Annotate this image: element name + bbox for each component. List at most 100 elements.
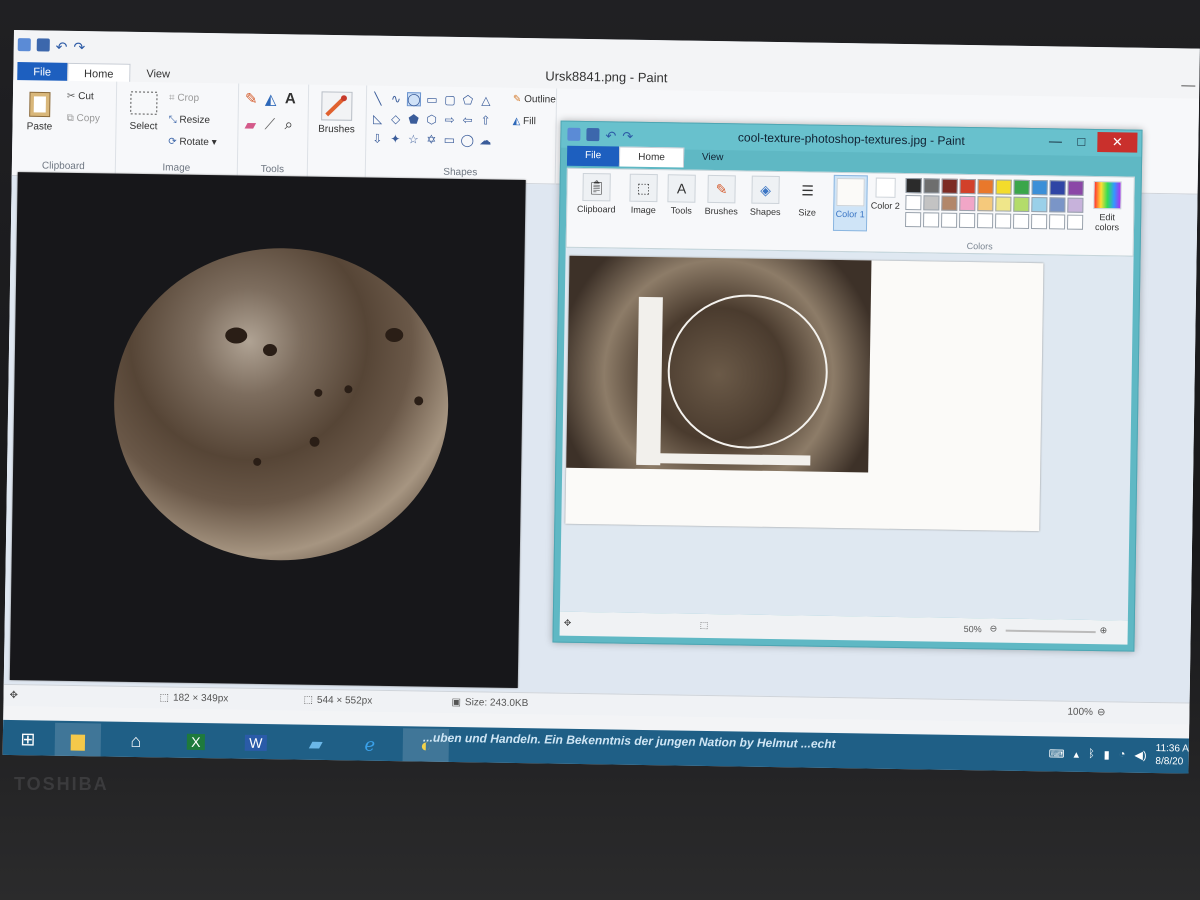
wifi-icon[interactable]: ◔ bbox=[1119, 748, 1126, 760]
zoom-control[interactable]: 100% ⊖ bbox=[1067, 707, 1105, 719]
save-icon[interactable] bbox=[36, 38, 50, 52]
zoom-slider[interactable] bbox=[1005, 629, 1096, 634]
copy-button[interactable]: ⧉ Copy bbox=[67, 113, 100, 125]
undo-icon[interactable]: ↶ bbox=[56, 39, 68, 56]
palette-swatch[interactable] bbox=[1049, 197, 1066, 213]
palette-swatch[interactable] bbox=[905, 178, 922, 194]
brushes-button[interactable]: ✎ Brushes bbox=[701, 174, 742, 217]
rotate-button[interactable]: ⟳ Rotate ▾ bbox=[168, 136, 217, 148]
palette-swatch[interactable] bbox=[1031, 180, 1048, 196]
line-shape-icon[interactable]: ╲ bbox=[371, 92, 385, 106]
palette-swatch[interactable] bbox=[905, 212, 922, 228]
cut-button[interactable]: ✂ Cut bbox=[67, 91, 94, 102]
app-button[interactable]: ▰ bbox=[293, 726, 340, 761]
home-button[interactable]: ⌂ bbox=[113, 724, 160, 759]
hexagon-shape-icon[interactable]: ⬡ bbox=[425, 112, 439, 126]
close-button[interactable]: ✕ bbox=[1097, 132, 1138, 153]
right-arrow-shape-icon[interactable]: ⇨ bbox=[443, 113, 457, 127]
palette-swatch[interactable] bbox=[995, 213, 1012, 229]
palette-swatch[interactable] bbox=[923, 178, 940, 194]
palette-swatch[interactable] bbox=[1066, 214, 1084, 230]
image-canvas[interactable] bbox=[565, 255, 1044, 532]
keyboard-icon[interactable]: ⌨ bbox=[1049, 747, 1065, 760]
image-button[interactable]: ⬚ Image bbox=[625, 173, 662, 216]
minimize-button[interactable]: — bbox=[1181, 76, 1195, 92]
outline-button[interactable]: ✎ Outline bbox=[513, 94, 556, 106]
rounded-rectangle-shape-icon[interactable]: ▢ bbox=[443, 93, 457, 107]
polygon-shape-icon[interactable]: ⬠ bbox=[461, 93, 475, 107]
palette-swatch[interactable] bbox=[941, 178, 958, 194]
pencil-icon[interactable]: ✎ bbox=[245, 90, 258, 108]
palette-swatch[interactable] bbox=[977, 213, 994, 229]
fill-bucket-icon[interactable]: ◭ bbox=[265, 90, 277, 108]
edit-colors-button[interactable]: Edit colors bbox=[1087, 180, 1128, 233]
left-arrow-shape-icon[interactable]: ⇦ bbox=[461, 113, 475, 127]
right-triangle-shape-icon[interactable]: ◺ bbox=[371, 112, 385, 126]
palette-swatch[interactable] bbox=[959, 195, 976, 212]
magnifier-icon[interactable]: ⌕ bbox=[284, 116, 293, 133]
color-picker-icon[interactable]: ⟋ bbox=[264, 116, 275, 133]
triangle-shape-icon[interactable]: △ bbox=[479, 93, 493, 107]
palette-swatch[interactable] bbox=[1031, 197, 1048, 213]
palette-swatch[interactable] bbox=[923, 212, 940, 228]
redo-icon[interactable]: ↷ bbox=[73, 39, 85, 56]
palette-swatch[interactable] bbox=[959, 212, 976, 229]
volume-icon[interactable]: ◀) bbox=[1134, 748, 1146, 761]
tab-file[interactable]: File bbox=[566, 145, 620, 167]
tab-view[interactable]: View bbox=[684, 148, 742, 169]
curve-shape-icon[interactable]: ∿ bbox=[389, 92, 403, 106]
clipboard-button[interactable]: 📋︎ Clipboard bbox=[571, 172, 622, 215]
zoom-in-icon[interactable]: ⊕ bbox=[1100, 625, 1108, 636]
maximize-button[interactable]: □ bbox=[1069, 132, 1093, 152]
paint-window-front[interactable]: ↶ ↷ cool-texture-photoshop-textures.jpg … bbox=[552, 120, 1143, 652]
oval-callout-shape-icon[interactable]: ◯ bbox=[460, 133, 474, 147]
four-point-star-shape-icon[interactable]: ✦ bbox=[388, 132, 402, 146]
cloud-callout-shape-icon[interactable]: ☁ bbox=[478, 133, 492, 147]
palette-swatch[interactable] bbox=[1067, 197, 1084, 213]
minimize-button[interactable]: — bbox=[1043, 131, 1067, 151]
palette-swatch[interactable] bbox=[1013, 179, 1030, 195]
eraser-icon[interactable]: ▰ bbox=[244, 116, 256, 134]
palette-swatch[interactable] bbox=[959, 178, 976, 195]
crop-button[interactable]: ⌗ Crop bbox=[169, 92, 199, 103]
palette-swatch[interactable] bbox=[977, 196, 994, 212]
palette-swatch[interactable] bbox=[941, 195, 958, 211]
up-arrow-shape-icon[interactable]: ⇧ bbox=[479, 113, 493, 127]
six-point-star-shape-icon[interactable]: ✡ bbox=[424, 132, 438, 146]
diamond-shape-icon[interactable]: ◇ bbox=[389, 112, 403, 126]
start-button[interactable]: ⊞ bbox=[5, 722, 52, 757]
bluetooth-icon[interactable]: ᛒ bbox=[1088, 748, 1095, 760]
excel-button[interactable]: X bbox=[173, 725, 220, 760]
word-button[interactable]: W bbox=[233, 726, 280, 761]
tab-home[interactable]: Home bbox=[619, 146, 685, 168]
palette-swatch[interactable] bbox=[1067, 180, 1084, 196]
text-tool-icon[interactable]: A bbox=[285, 90, 296, 107]
fill-button[interactable]: ◭ Fill bbox=[513, 116, 536, 127]
down-arrow-shape-icon[interactable]: ⇩ bbox=[370, 132, 384, 146]
resize-button[interactable]: ⤡ Resize bbox=[169, 114, 211, 126]
callout-shape-icon[interactable]: ▭ bbox=[442, 133, 456, 147]
palette-swatch[interactable] bbox=[995, 179, 1012, 195]
color1-button[interactable]: Color 1 bbox=[832, 174, 868, 232]
five-point-star-shape-icon[interactable]: ☆ bbox=[406, 132, 420, 146]
palette-swatch[interactable] bbox=[941, 212, 958, 228]
palette-swatch[interactable] bbox=[1013, 196, 1030, 212]
paste-button[interactable]: Paste bbox=[20, 88, 59, 133]
image-canvas[interactable] bbox=[9, 172, 526, 688]
size-button[interactable]: ☰ Size bbox=[789, 176, 826, 218]
brushes-button[interactable]: Brushes bbox=[314, 91, 359, 136]
zoom-out-icon[interactable]: ⊖ bbox=[990, 623, 998, 634]
palette-swatch[interactable] bbox=[1048, 214, 1066, 230]
battery-icon[interactable]: ▮ bbox=[1104, 748, 1110, 761]
oval-shape-icon[interactable]: ◯ bbox=[406, 92, 422, 107]
palette-swatch[interactable] bbox=[1049, 180, 1066, 196]
color2-button[interactable]: Color 2 bbox=[869, 177, 902, 211]
show-hidden-icons-icon[interactable]: ▴ bbox=[1073, 747, 1079, 760]
rectangle-shape-icon[interactable]: ▭ bbox=[425, 92, 439, 106]
clock[interactable]: 11:36 A 8/8/20 bbox=[1155, 742, 1189, 769]
zoom-out-icon[interactable]: ⊖ bbox=[1097, 707, 1106, 718]
internet-explorer-button[interactable]: ℯ bbox=[347, 727, 394, 762]
palette-swatch[interactable] bbox=[905, 195, 922, 211]
pentagon-shape-icon[interactable]: ⬟ bbox=[407, 112, 421, 126]
select-button[interactable]: Select bbox=[124, 90, 163, 133]
